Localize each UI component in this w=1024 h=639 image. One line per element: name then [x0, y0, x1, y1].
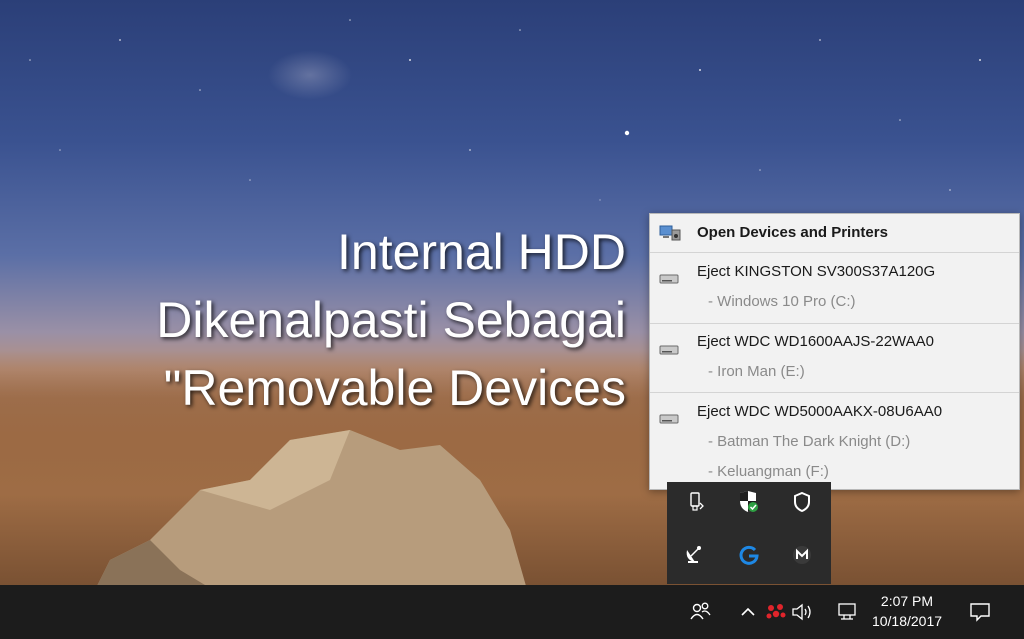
limestone-pinnacle — [90, 430, 530, 600]
caption-line-1: Internal HDD — [337, 224, 626, 280]
usb-safely-remove-icon[interactable] — [683, 489, 709, 515]
volume-icon[interactable] — [789, 599, 815, 625]
network-app-icon[interactable] — [763, 599, 789, 625]
caption-line-2: Dikenalpasti Sebagai — [156, 292, 626, 348]
volume-label: - Iron Man (E:) — [708, 363, 805, 380]
safely-remove-hardware-flyout: Open Devices and Printers Eject KINGSTON… — [649, 213, 1020, 490]
caption-overlay: Internal HDD Dikenalpasti Sebagai "Remov… — [156, 218, 626, 422]
clock-date: 10/18/2017 — [871, 613, 943, 629]
shield-outline-icon[interactable] — [789, 489, 815, 515]
volume-label: - Batman The Dark Knight (D:) — [708, 433, 911, 450]
open-devices-and-printers-item[interactable]: Open Devices and Printers — [650, 214, 1019, 252]
system-clock[interactable]: 2:07 PM 10/18/2017 — [862, 591, 952, 631]
eject-drive-kingston[interactable]: Eject KINGSTON SV300S37A120G - Windows 1… — [650, 253, 1019, 323]
eject-drive-wd1600[interactable]: Eject WDC WD1600AAJS-22WAA0 - Iron Man (… — [650, 324, 1019, 392]
eject-label: Eject WDC WD1600AAJS-22WAA0 — [697, 333, 935, 350]
hard-drive-icon — [659, 411, 679, 429]
satellite-dish-icon[interactable] — [681, 542, 707, 568]
eject-label: Eject WDC WD5000AAKX-08U6AA0 — [697, 403, 943, 420]
eject-label: Eject KINGSTON SV300S37A120G — [697, 263, 936, 280]
network-icon[interactable] — [835, 599, 861, 625]
hard-drive-icon — [659, 342, 679, 360]
chevron-up-icon[interactable] — [735, 599, 761, 625]
windows-defender-icon[interactable] — [736, 489, 762, 515]
devices-printers-icon — [659, 224, 681, 247]
tray-overflow-panel — [667, 482, 831, 584]
open-devices-label: Open Devices and Printers — [697, 224, 888, 241]
taskbar: 2:07 PM 10/18/2017 — [0, 585, 1024, 639]
hard-drive-icon — [659, 271, 679, 289]
people-icon[interactable] — [688, 599, 714, 625]
eject-drive-wd5000[interactable]: Eject WDC WD5000AAKX-08U6AA0 - Batman Th… — [650, 393, 1019, 489]
malwarebytes-icon[interactable] — [789, 542, 815, 568]
clock-time: 2:07 PM — [880, 593, 934, 609]
action-center-icon[interactable] — [967, 599, 993, 625]
caption-line-3: "Removable Devices — [163, 360, 626, 416]
logitech-g-icon[interactable] — [736, 542, 762, 568]
volume-label: - Keluangman (F:) — [708, 463, 829, 480]
volume-label: - Windows 10 Pro (C:) — [708, 293, 856, 310]
